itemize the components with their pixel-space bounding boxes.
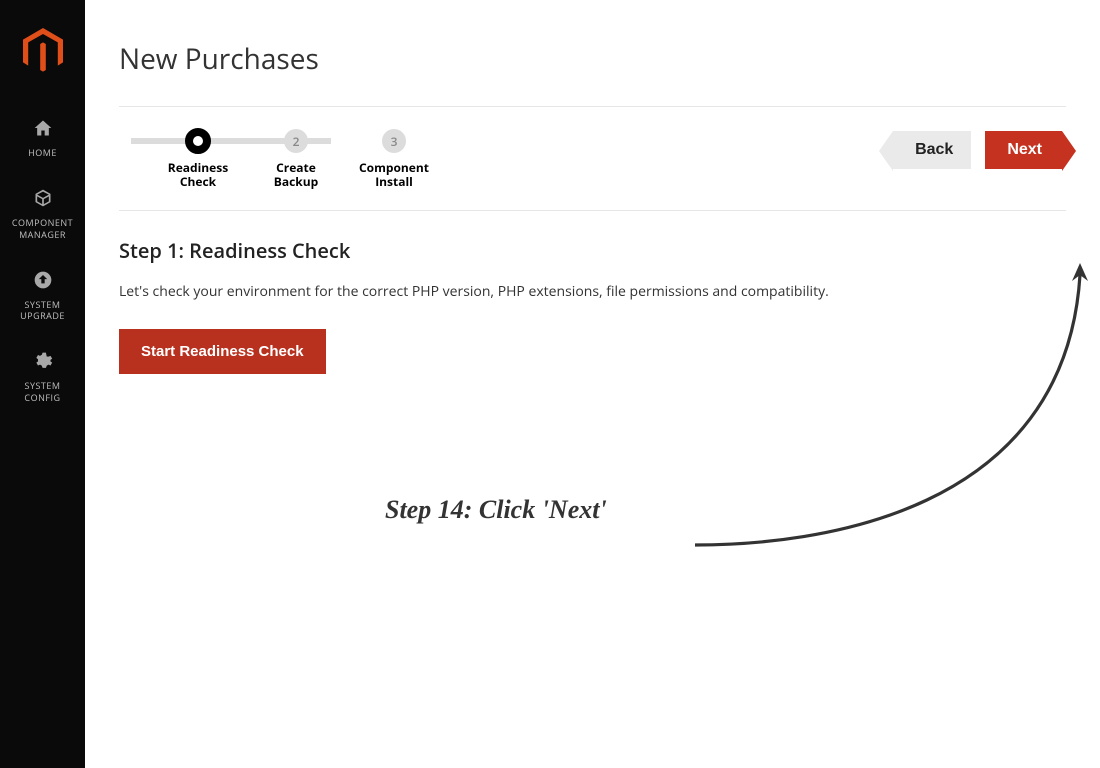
magento-logo: [23, 28, 63, 68]
sidebar-item-label: COMPONENTMANAGER: [12, 217, 73, 240]
sidebar-item-label: HOME: [28, 147, 57, 158]
step-label: ComponentInstall: [359, 161, 429, 190]
step-label: ReadinessCheck: [168, 161, 228, 190]
wizard-actions: Back Next: [893, 131, 1066, 169]
sidebar-item-home[interactable]: HOME: [0, 104, 85, 174]
step-label: CreateBackup: [274, 161, 318, 190]
step-circle-active: [186, 129, 210, 153]
wizard-step-3[interactable]: 3 ComponentInstall: [345, 129, 443, 190]
home-icon: [32, 118, 54, 143]
upgrade-icon: [32, 270, 54, 295]
sidebar: HOME COMPONENTMANAGER SYSTEMUPGRADE SYST…: [0, 0, 85, 768]
tutorial-annotation: Step 14: Click 'Next': [385, 495, 607, 525]
cube-icon: [32, 188, 54, 213]
next-button[interactable]: Next: [985, 131, 1062, 169]
sidebar-item-label: SYSTEMCONFIG: [24, 380, 60, 403]
sidebar-item-component-manager[interactable]: COMPONENTMANAGER: [0, 174, 85, 256]
main-content: New Purchases ReadinessCheck 2 CreateBac…: [85, 0, 1100, 768]
step-circle: 3: [382, 129, 406, 153]
start-readiness-check-button[interactable]: Start Readiness Check: [119, 329, 326, 374]
step-description: Let's check your environment for the cor…: [119, 282, 1066, 301]
step-heading: Step 1: Readiness Check: [119, 237, 1066, 264]
wizard-row: ReadinessCheck 2 CreateBackup 3 Componen…: [119, 107, 1066, 210]
sidebar-item-system-config[interactable]: SYSTEMCONFIG: [0, 337, 85, 419]
sidebar-item-label: SYSTEMUPGRADE: [20, 299, 65, 322]
step-circle: 2: [284, 129, 308, 153]
wizard-steps: ReadinessCheck 2 CreateBackup 3 Componen…: [119, 129, 443, 190]
page-title: New Purchases: [119, 40, 1066, 78]
divider: [119, 210, 1066, 211]
gear-icon: [33, 351, 53, 376]
back-button[interactable]: Back: [893, 131, 971, 169]
sidebar-item-system-upgrade[interactable]: SYSTEMUPGRADE: [0, 256, 85, 338]
